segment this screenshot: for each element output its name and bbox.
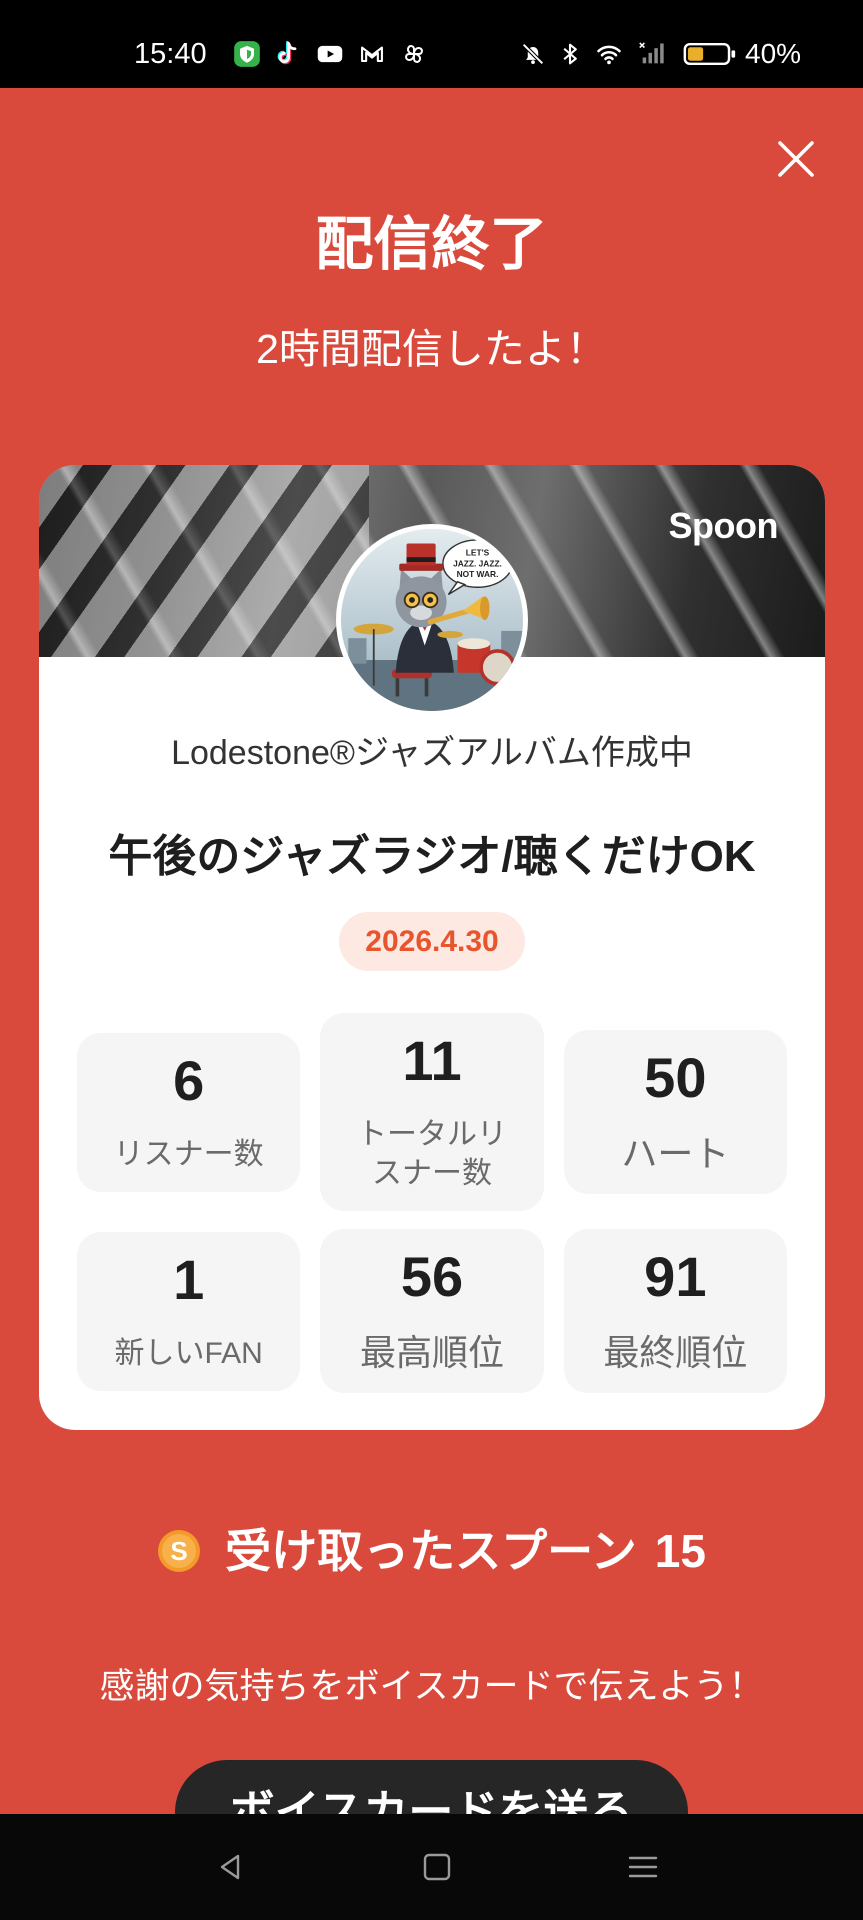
spoons-count: 15 [654, 1525, 706, 1577]
stat-value: 56 [400, 1245, 464, 1308]
send-voice-card-button[interactable]: ボイスカードを送る [175, 1760, 688, 1814]
stat-label: 最高順位 [359, 1332, 504, 1373]
live-summary-card: Spoon LET'S JAZZ. JAZZ. NOT WAR. Lodesto… [39, 465, 825, 1430]
bubble-line-2: JAZZ. JAZZ. [453, 558, 502, 568]
spoon-coin-icon: S [157, 1529, 201, 1573]
pinwheel-app-icon [400, 40, 428, 68]
recents-icon[interactable] [626, 1850, 660, 1884]
wifi-icon [592, 40, 626, 68]
date-badge: 2026.4.30 [339, 912, 525, 971]
card-body: Lodestone®ジャズアルバム作成中 午後のジャズラジオ/聴くだけOK 20… [39, 731, 825, 1430]
bubble-line-1: LET'S [466, 547, 490, 557]
stat-value: 50 [644, 1046, 707, 1109]
signal-icon [636, 40, 668, 68]
thanks-message: 感謝の気持ちをボイスカードで伝えよう！ [99, 1667, 764, 1706]
battery-level-fill [687, 47, 704, 61]
date-badge-wrap: 2026.4.30 [39, 912, 825, 971]
dj-name: Lodestone®ジャズアルバム作成中 [171, 734, 693, 772]
page-subtitle: 2時間配信したよ！ [256, 326, 607, 372]
stat-label: 最終順位 [603, 1332, 748, 1373]
coin-letter: S [170, 1536, 187, 1566]
back-icon[interactable] [213, 1850, 247, 1884]
bluetooth-icon [556, 40, 584, 68]
stat-best-rank: 56 最高順位 [320, 1229, 544, 1393]
stat-new-fans: 1 新しいFAN [77, 1231, 301, 1391]
status-bar: 15:40 40% [0, 0, 863, 88]
stat-label: ハート [621, 1133, 730, 1174]
received-spoons: S 受け取ったスプーン 15 [0, 1523, 863, 1579]
battery-percent: 40% [745, 38, 802, 69]
avatar-illustration: LET'S JAZZ. JAZZ. NOT WAR. [341, 529, 523, 711]
stat-value: 11 [402, 1029, 462, 1092]
live-title: 午後のジャズラジオ/聴くだけOK [108, 832, 756, 881]
home-icon[interactable] [420, 1850, 454, 1884]
stat-value: 91 [644, 1245, 707, 1308]
live-end-screen: 配信終了 2時間配信したよ！ Spoon LET'S JAZZ. JAZZ. N… [0, 88, 863, 1814]
stat-final-rank: 91 最終順位 [563, 1229, 787, 1393]
stat-value: 6 [173, 1048, 205, 1112]
youtube-icon [315, 40, 345, 68]
tiktok-icon [274, 40, 302, 68]
stat-hearts: 50 ハート [563, 1030, 787, 1194]
stat-value: 1 [173, 1247, 205, 1311]
battery-icon [683, 39, 737, 69]
shield-app-icon [233, 40, 261, 68]
stats-grid: 6 リスナー数 11 トータルリスナー数 50 ハート 1 新しいFAN 56 [39, 1013, 825, 1393]
spoons-label: 受け取ったスプーン [225, 1525, 637, 1577]
page-title: 配信終了 [315, 212, 548, 277]
stat-total-listeners: 11 トータルリスナー数 [320, 1013, 544, 1211]
stat-label: トータルリスナー数 [356, 1118, 507, 1190]
system-nav-bar [0, 1814, 863, 1920]
spoon-logo: Spoon [668, 505, 779, 546]
stat-label: リスナー数 [113, 1137, 264, 1171]
mute-icon [519, 40, 547, 68]
bubble-line-3: NOT WAR. [457, 569, 499, 579]
stat-label: 新しいFAN [114, 1336, 263, 1370]
stat-listeners: 6 リスナー数 [77, 1032, 301, 1192]
status-time: 15:40 [134, 38, 207, 70]
card-cover-image: Spoon LET'S JAZZ. JAZZ. NOT WAR. [39, 465, 825, 716]
close-icon[interactable] [776, 139, 816, 179]
gmail-icon [358, 40, 386, 68]
dj-avatar: LET'S JAZZ. JAZZ. NOT WAR. [336, 524, 528, 716]
